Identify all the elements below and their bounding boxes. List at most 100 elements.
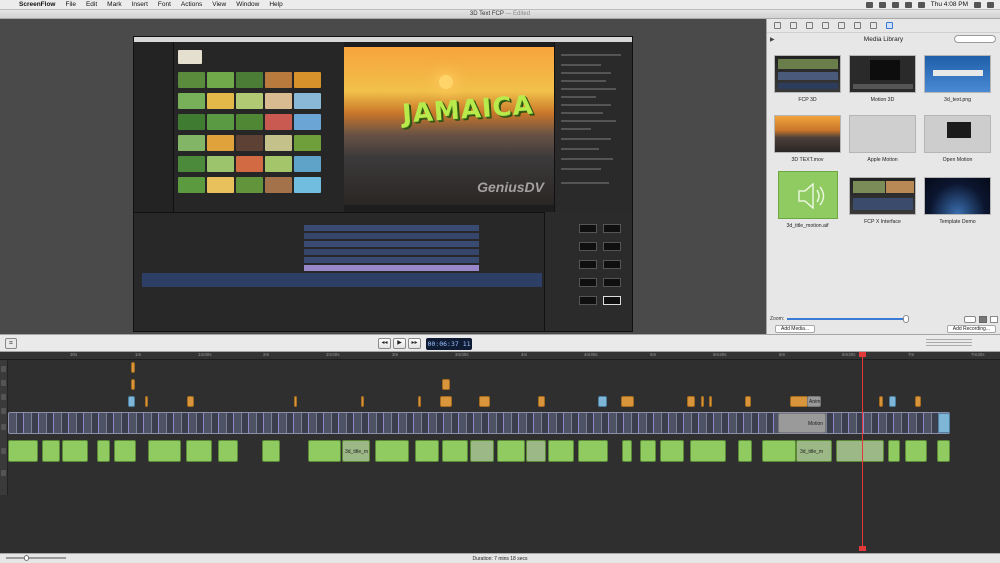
- track-lock-icon[interactable]: [1, 470, 6, 476]
- audio-clip[interactable]: [262, 440, 280, 462]
- media-library-icon[interactable]: [886, 22, 893, 29]
- dropbox-icon[interactable]: [865, 1, 873, 8]
- media-item-open-motion[interactable]: Open Motion: [924, 115, 994, 163]
- menu-actions[interactable]: Actions: [176, 1, 207, 8]
- timeline-clip[interactable]: [128, 396, 135, 407]
- audio-clip[interactable]: [905, 440, 927, 462]
- callout-properties-icon[interactable]: [822, 22, 829, 29]
- audio-clip[interactable]: [415, 440, 439, 462]
- audio-clip[interactable]: [8, 440, 38, 462]
- canvas[interactable]: JAMAICA GeniusDV: [0, 19, 766, 334]
- audio-clip[interactable]: [660, 440, 684, 462]
- media-item-fcp-x-interface[interactable]: FCP X Interface: [849, 177, 919, 225]
- track-lock-icon[interactable]: [1, 424, 6, 430]
- timeline-clip[interactable]: [442, 379, 450, 390]
- search-input[interactable]: [954, 35, 996, 43]
- audio-clip[interactable]: 3d_title_m: [796, 440, 832, 462]
- timeline-clip[interactable]: [709, 396, 712, 407]
- touch-callout-icon[interactable]: [838, 22, 845, 29]
- track-lock-icon[interactable]: [1, 366, 6, 372]
- notification-center-icon[interactable]: [987, 1, 994, 8]
- audio-clip[interactable]: [622, 440, 632, 462]
- track-lock-icon[interactable]: [1, 380, 6, 386]
- audio-clip[interactable]: [738, 440, 752, 462]
- timeline-clip[interactable]: Motion: [778, 413, 826, 433]
- audio-clip[interactable]: [548, 440, 574, 462]
- gear-menu-icon[interactable]: [964, 315, 976, 323]
- zoom-slider[interactable]: [787, 315, 910, 323]
- menu-font[interactable]: Font: [153, 1, 176, 8]
- timeline-clip[interactable]: Anim: [807, 396, 821, 407]
- play-button[interactable]: ▶: [393, 338, 406, 349]
- audio-clip[interactable]: 3d_title_m: [342, 440, 370, 462]
- timeline-clip[interactable]: [701, 396, 704, 407]
- audio-clip[interactable]: [526, 440, 546, 462]
- recording-preview[interactable]: JAMAICA GeniusDV: [133, 36, 633, 332]
- video-properties-icon[interactable]: [774, 22, 781, 29]
- audio-clip[interactable]: [470, 440, 494, 462]
- audio-clip[interactable]: [97, 440, 110, 462]
- audio-clip[interactable]: [578, 440, 608, 462]
- audio-clip[interactable]: [836, 440, 884, 462]
- timeline-clip[interactable]: [131, 379, 135, 390]
- media-item-3d-title-motion-aif[interactable]: 3d_title_motion.aif: [774, 171, 844, 229]
- playhead[interactable]: [859, 352, 866, 551]
- audio-clip[interactable]: [42, 440, 60, 462]
- text-properties-icon[interactable]: [870, 22, 877, 29]
- record-icon[interactable]: [878, 1, 886, 8]
- audio-clip[interactable]: [762, 440, 796, 462]
- audio-clip[interactable]: [937, 440, 950, 462]
- audio-clip[interactable]: [690, 440, 726, 462]
- audio-clip[interactable]: [218, 440, 238, 462]
- timecode-display[interactable]: 00:06:37 11: [426, 338, 472, 350]
- timeline-clip[interactable]: [440, 396, 452, 407]
- timeline-clip[interactable]: [598, 396, 607, 407]
- audio-clip[interactable]: [114, 440, 136, 462]
- playhead-handle[interactable]: [859, 352, 866, 357]
- audio-clip[interactable]: [308, 440, 341, 462]
- timeline-clip[interactable]: [621, 396, 634, 407]
- track-lock-icon[interactable]: [1, 408, 6, 414]
- menu-file[interactable]: File: [60, 1, 80, 8]
- list-view-icon[interactable]: [990, 315, 998, 323]
- audio-properties-icon[interactable]: [790, 22, 797, 29]
- add-recording-button[interactable]: Add Recording...: [946, 325, 996, 333]
- timeline-clip[interactable]: [418, 396, 421, 407]
- timeline-clip[interactable]: [938, 413, 950, 433]
- clock[interactable]: Thu 4:08 PM: [931, 1, 968, 8]
- timeline-clip[interactable]: [915, 396, 921, 407]
- timeline-clip[interactable]: [879, 396, 883, 407]
- audio-clip[interactable]: [62, 440, 88, 462]
- media-item-3d-text-mov[interactable]: 3D TEXT.mov: [774, 115, 844, 163]
- track-lock-icon[interactable]: [1, 448, 6, 454]
- volume-icon[interactable]: [904, 1, 912, 8]
- timeline-clip[interactable]: [131, 362, 135, 373]
- zoom-slider-knob[interactable]: [903, 315, 910, 323]
- menu-app-name[interactable]: ScreenFlow: [14, 1, 60, 8]
- menu-mark[interactable]: Mark: [102, 1, 126, 8]
- rewind-button[interactable]: ◂◂: [378, 338, 391, 349]
- menu-window[interactable]: Window: [231, 1, 264, 8]
- timeline-clip[interactable]: [745, 396, 751, 407]
- timeline-ruler[interactable]: 30s 1m 1m30s 2m 2m30s 3m 3m30s 4m 4m30s …: [0, 352, 1000, 360]
- media-item-motion-3d[interactable]: Motion 3D: [849, 55, 919, 103]
- grid-view-icon[interactable]: [979, 315, 987, 323]
- battery-icon[interactable]: [917, 1, 925, 8]
- screen-recording-properties-icon[interactable]: [806, 22, 813, 29]
- audio-clip[interactable]: [148, 440, 181, 462]
- timeline-clip[interactable]: [538, 396, 545, 407]
- spotlight-icon[interactable]: [974, 1, 981, 8]
- timeline-clip[interactable]: [145, 396, 148, 407]
- menu-help[interactable]: Help: [264, 1, 287, 8]
- timeline-clip[interactable]: [479, 396, 490, 407]
- audio-clip[interactable]: [888, 440, 900, 462]
- media-item-fcp-3d[interactable]: FCP 3D: [774, 55, 844, 103]
- audio-clip[interactable]: [375, 440, 409, 462]
- timeline-clip[interactable]: [889, 396, 896, 407]
- media-item-3d-text-png[interactable]: 3d_text.png: [924, 55, 994, 103]
- timeline-clip[interactable]: [361, 396, 364, 407]
- timeline-clip[interactable]: [187, 396, 194, 407]
- panel-divider-handle[interactable]: [926, 339, 972, 347]
- audio-clip[interactable]: [497, 440, 525, 462]
- wifi-icon[interactable]: [891, 1, 899, 8]
